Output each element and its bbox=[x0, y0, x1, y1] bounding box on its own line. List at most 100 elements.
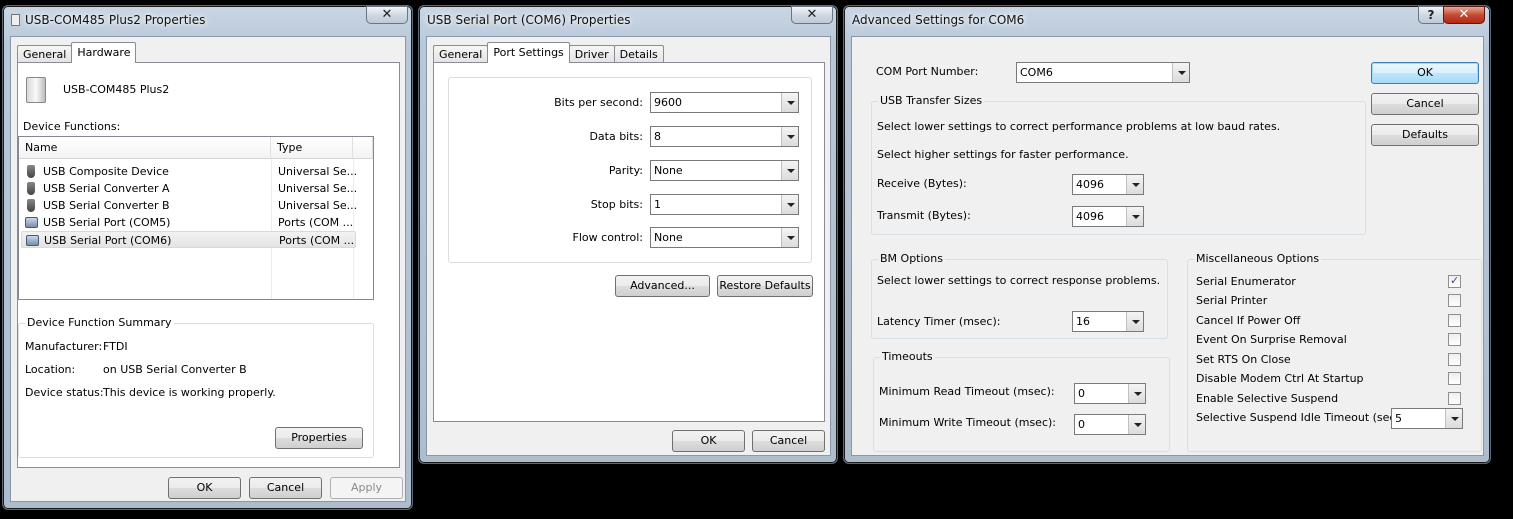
receive-bytes-label: Receive (Bytes): bbox=[877, 177, 967, 190]
item-name: USB Serial Converter B bbox=[43, 199, 170, 212]
disable-modem-ctrl-checkbox[interactable] bbox=[1448, 372, 1461, 385]
minimum-read-timeout-label: Minimum Read Timeout (msec): bbox=[879, 385, 1055, 398]
stop-bits-label: Stop bits: bbox=[590, 198, 643, 211]
chevron-down-icon bbox=[1126, 207, 1143, 226]
apply-button[interactable]: Apply bbox=[330, 477, 403, 499]
chevron-down-icon bbox=[1126, 175, 1143, 194]
window-client-area: General Port Settings Driver Details Bit… bbox=[426, 36, 831, 456]
usb-help-text-1: Select lower settings to correct perform… bbox=[877, 120, 1281, 133]
ok-button[interactable]: OK bbox=[168, 477, 241, 499]
location-value: on USB Serial Converter B bbox=[103, 363, 247, 376]
selected-value: 5 bbox=[1395, 412, 1402, 425]
cancel-if-power-off-checkbox[interactable] bbox=[1448, 314, 1461, 327]
defaults-button[interactable]: Defaults bbox=[1371, 124, 1479, 146]
enable-selective-suspend-label: Enable Selective Suspend bbox=[1196, 392, 1339, 405]
selected-value: COM6 bbox=[1020, 66, 1053, 79]
column-spacer bbox=[353, 137, 373, 159]
list-item[interactable]: USB Serial Converter B Universal Se... bbox=[21, 197, 358, 214]
title-bar[interactable]: USB Serial Port (COM6) Properties ✕ bbox=[427, 6, 833, 30]
manufacturer-value: FTDI bbox=[103, 340, 128, 353]
serial-enumerator-checkbox[interactable] bbox=[1448, 274, 1461, 288]
chevron-down-icon bbox=[781, 195, 798, 214]
timeouts-group: Timeouts Minimum Read Timeout (msec): 0 … bbox=[873, 350, 1170, 452]
group-title: Device Function Summary bbox=[25, 316, 174, 329]
set-rts-on-close-checkbox[interactable] bbox=[1448, 353, 1461, 366]
item-name: USB Serial Port (COM5) bbox=[43, 216, 171, 229]
minimum-read-timeout-select[interactable]: 0 bbox=[1074, 383, 1146, 404]
device-functions-list[interactable]: Name Type USB Composite Device Universal… bbox=[18, 136, 374, 300]
device-function-summary-group: Device Function Summary Manufacturer: FT… bbox=[18, 316, 374, 458]
com-port-number-select[interactable]: COM6 bbox=[1016, 62, 1190, 83]
minimum-write-timeout-label: Minimum Write Timeout (msec): bbox=[879, 416, 1056, 429]
selected-value: 0 bbox=[1078, 387, 1085, 400]
parity-select[interactable]: None bbox=[650, 160, 799, 181]
item-type: Ports (COM ... bbox=[278, 216, 354, 229]
list-item[interactable]: USB Serial Converter A Universal Se... bbox=[21, 180, 358, 197]
chevron-down-icon bbox=[1172, 63, 1189, 82]
bits-per-second-label: Bits per second: bbox=[554, 96, 643, 109]
usb-help-text-2: Select higher settings for faster perfor… bbox=[877, 148, 1129, 161]
bits-per-second-select[interactable]: 9600 bbox=[650, 92, 799, 113]
latency-timer-select[interactable]: 16 bbox=[1072, 311, 1144, 332]
device-status-label: Device status: bbox=[25, 386, 104, 399]
selected-value: None bbox=[654, 164, 683, 177]
window-title: USB-COM485 Plus2 Properties bbox=[25, 13, 206, 27]
selective-suspend-timeout-select[interactable]: 5 bbox=[1391, 408, 1463, 429]
tab-details[interactable]: Details bbox=[613, 45, 664, 63]
miscellaneous-options-group: Miscellaneous Options Serial Enumerator … bbox=[1187, 252, 1482, 452]
event-on-surprise-removal-checkbox[interactable] bbox=[1448, 333, 1461, 346]
list-item-selected[interactable]: USB Serial Port (COM6) Ports (COM ... bbox=[21, 231, 356, 248]
flow-control-label: Flow control: bbox=[572, 231, 643, 244]
bm-options-group: BM Options Select lower settings to corr… bbox=[871, 252, 1168, 339]
group-title: Miscellaneous Options bbox=[1194, 252, 1322, 265]
close-button[interactable]: ✕ bbox=[791, 6, 833, 24]
window-client-area: General Hardware USB-COM485 Plus2 Device… bbox=[10, 36, 406, 502]
item-type: Universal Se... bbox=[278, 199, 358, 212]
close-button[interactable]: ✕ bbox=[366, 6, 408, 24]
minimum-write-timeout-select[interactable]: 0 bbox=[1074, 414, 1146, 435]
close-button[interactable]: ✕ bbox=[1443, 6, 1485, 24]
device-name: USB-COM485 Plus2 bbox=[63, 83, 170, 96]
cancel-button[interactable]: Cancel bbox=[1371, 93, 1479, 115]
com-port-number-label: COM Port Number: bbox=[876, 65, 979, 78]
list-header: Name Type bbox=[19, 137, 373, 159]
list-item[interactable]: USB Serial Port (COM5) Ports (COM ... bbox=[21, 214, 356, 231]
tab-port-settings[interactable]: Port Settings bbox=[487, 42, 570, 63]
usb-plug-icon bbox=[27, 165, 35, 178]
enable-selective-suspend-checkbox[interactable] bbox=[1448, 392, 1461, 405]
cancel-button[interactable]: Cancel bbox=[249, 477, 322, 499]
chevron-down-icon bbox=[1445, 409, 1462, 428]
receive-bytes-select[interactable]: 4096 bbox=[1072, 174, 1144, 195]
tab-hardware[interactable]: Hardware bbox=[71, 42, 137, 63]
ok-button[interactable]: OK bbox=[672, 430, 745, 452]
stop-bits-select[interactable]: 1 bbox=[650, 194, 799, 215]
selected-value: 8 bbox=[654, 130, 661, 143]
list-item[interactable]: USB Composite Device Universal Se... bbox=[21, 163, 357, 180]
title-bar[interactable]: USB-COM485 Plus2 Properties ✕ bbox=[11, 6, 408, 30]
title-bar[interactable]: Advanced Settings for COM6 ? ✕ bbox=[852, 6, 1485, 30]
usb-transfer-sizes-group: USB Transfer Sizes Select lower settings… bbox=[871, 94, 1366, 235]
selected-value: None bbox=[654, 231, 683, 244]
advanced-button[interactable]: Advanced... bbox=[615, 275, 710, 297]
group-title: Timeouts bbox=[880, 350, 935, 363]
transmit-bytes-select[interactable]: 4096 bbox=[1072, 206, 1144, 227]
cancel-if-power-off-label: Cancel If Power Off bbox=[1196, 314, 1301, 327]
tab-driver[interactable]: Driver bbox=[568, 45, 615, 63]
restore-defaults-button[interactable]: Restore Defaults bbox=[717, 275, 813, 297]
properties-button[interactable]: Properties bbox=[275, 427, 363, 449]
ok-button[interactable]: OK bbox=[1371, 62, 1479, 84]
column-type[interactable]: Type bbox=[271, 137, 353, 159]
set-rts-on-close-label: Set RTS On Close bbox=[1196, 353, 1291, 366]
flow-control-select[interactable]: None bbox=[650, 227, 799, 248]
serial-printer-checkbox[interactable] bbox=[1448, 294, 1461, 307]
latency-timer-label: Latency Timer (msec): bbox=[877, 315, 1001, 328]
device-functions-label: Device Functions: bbox=[23, 120, 121, 133]
data-bits-select[interactable]: 8 bbox=[650, 126, 799, 147]
tab-general[interactable]: General bbox=[433, 45, 489, 63]
column-name[interactable]: Name bbox=[19, 137, 271, 159]
help-button[interactable]: ? bbox=[1418, 6, 1444, 24]
item-type: Universal Se... bbox=[278, 182, 358, 195]
cancel-button[interactable]: Cancel bbox=[752, 430, 825, 452]
serial-printer-label: Serial Printer bbox=[1196, 294, 1268, 307]
tab-general[interactable]: General bbox=[17, 45, 73, 63]
